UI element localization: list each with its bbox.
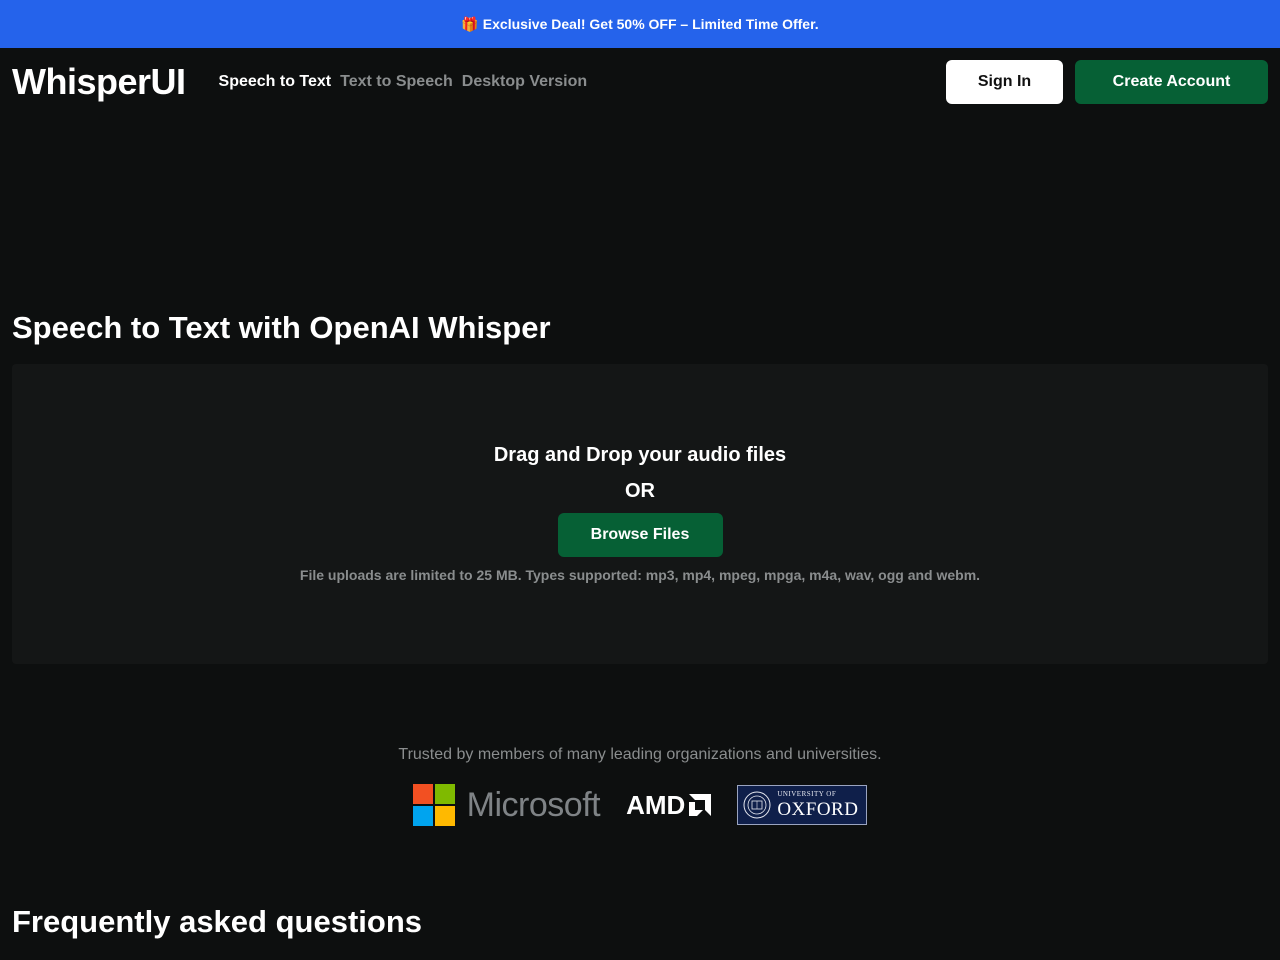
page-title: Speech to Text with OpenAI Whisper xyxy=(12,310,551,345)
top-nav: WhisperUI Speech to Text Text to Speech … xyxy=(0,48,1280,116)
sign-in-button[interactable]: Sign In xyxy=(946,60,1063,104)
gift-icon: 🎁 xyxy=(461,15,479,32)
nav-link-speech-to-text[interactable]: Speech to Text xyxy=(219,73,332,91)
oxford-small-text: UNIVERSITY OF xyxy=(777,790,837,798)
promo-banner[interactable]: 🎁 Exclusive Deal! Get 50% OFF – Limited … xyxy=(0,0,1280,48)
amd-logo: AMD xyxy=(626,789,712,821)
dropzone-or: OR xyxy=(625,480,655,502)
trusted-by-text: Trusted by members of many leading organ… xyxy=(398,746,882,763)
microsoft-grid-icon xyxy=(412,784,455,826)
dropzone-title: Drag and Drop your audio files xyxy=(493,444,787,466)
nav-link-desktop-version[interactable]: Desktop Version xyxy=(462,73,587,91)
faq-title: Frequently asked questions xyxy=(12,904,422,939)
oxford-crest-icon xyxy=(743,791,771,819)
amd-wordmark: AMD xyxy=(626,789,686,820)
amd-arrow-icon xyxy=(689,794,712,816)
create-account-button[interactable]: Create Account xyxy=(1075,60,1268,104)
oxford-wordmark: OXFORD xyxy=(777,799,859,820)
microsoft-wordmark: Microsoft xyxy=(466,785,601,824)
oxford-logo: UNIVERSITY OF OXFORD xyxy=(737,785,868,825)
promo-text: Exclusive Deal! Get 50% OFF – Limited Ti… xyxy=(482,16,819,32)
audio-dropzone[interactable]: Drag and Drop your audio files OR Browse… xyxy=(12,364,1268,664)
upload-limit-note: File uploads are limited to 25 MB. Types… xyxy=(299,567,981,583)
site-logo[interactable]: WhisperUI xyxy=(12,61,186,103)
nav-link-text-to-speech[interactable]: Text to Speech xyxy=(340,73,453,91)
microsoft-logo: Microsoft xyxy=(412,784,601,826)
browse-files-button[interactable]: Browse Files xyxy=(557,513,723,557)
partner-logos: Microsoft AMD UNIVERSITY OF OXFORD xyxy=(0,784,1280,826)
